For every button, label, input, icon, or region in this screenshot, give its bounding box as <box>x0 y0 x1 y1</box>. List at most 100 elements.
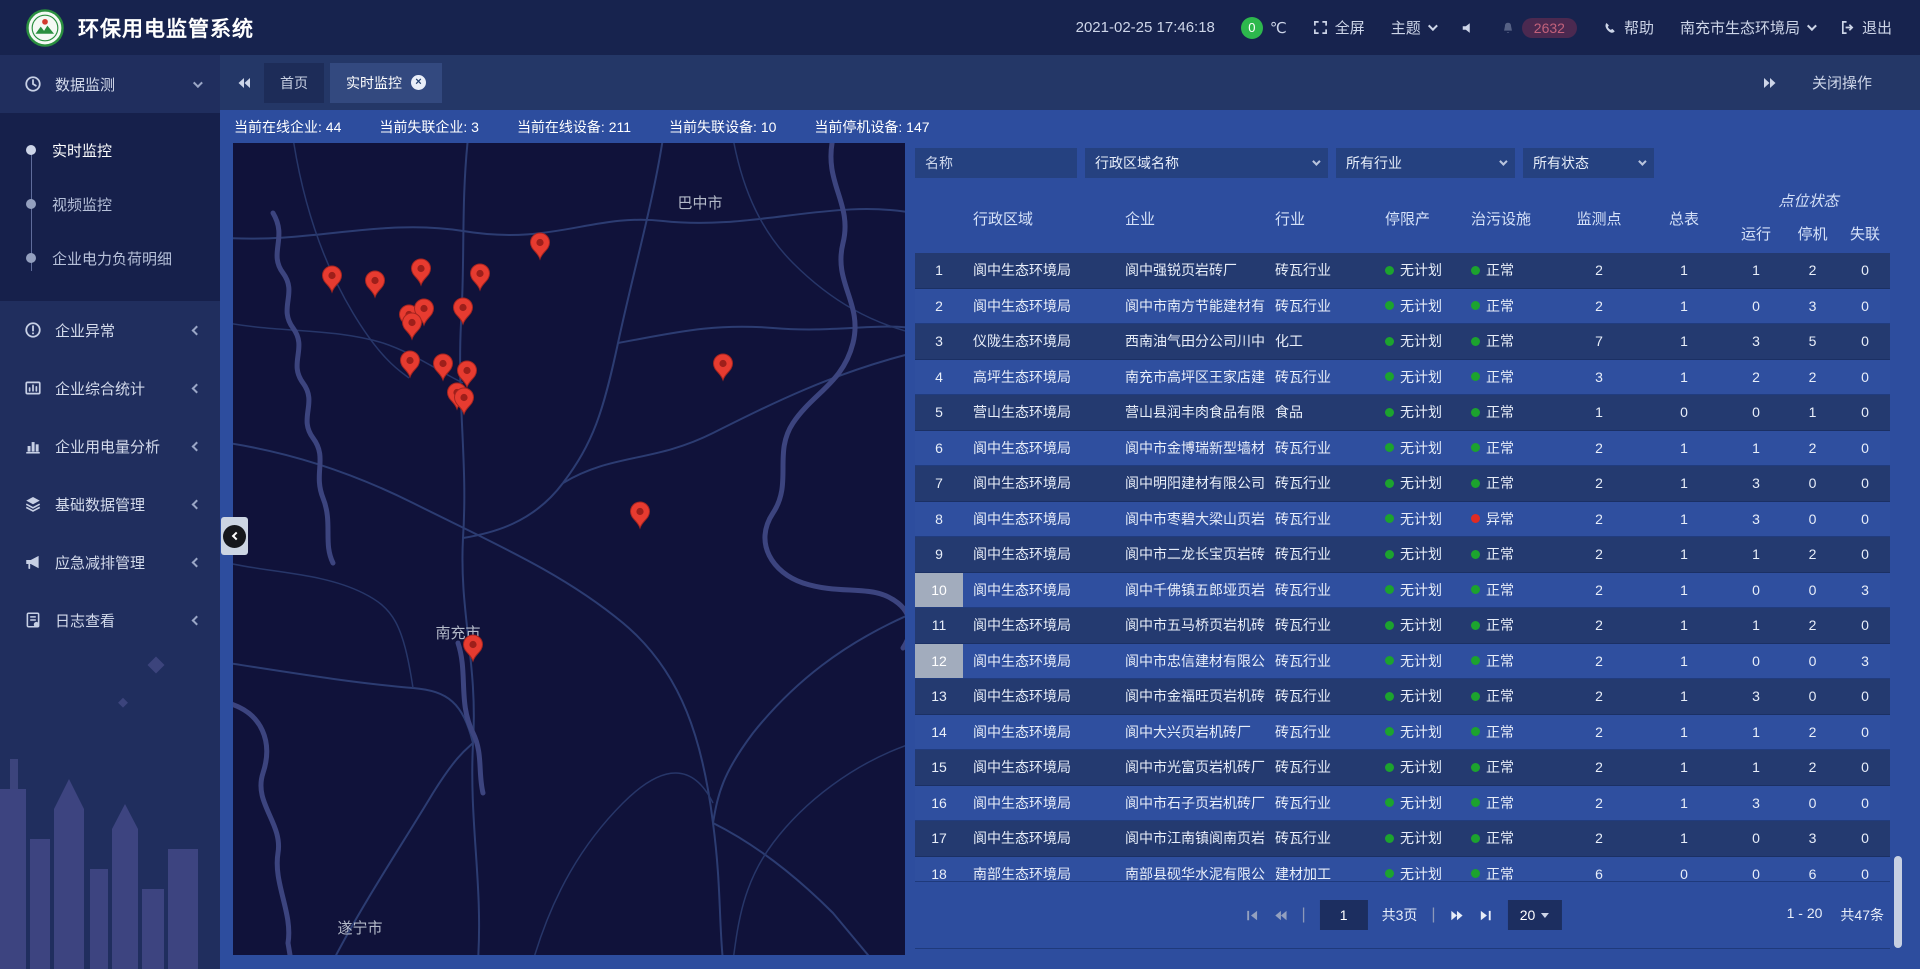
table-row[interactable]: 7阆中生态环境局阆中明阳建材有限公司砖瓦行业无计划正常21300 <box>915 466 1890 502</box>
table-row[interactable]: 5营山生态环境局营山县润丰肉食品有限食品无计划正常10010 <box>915 395 1890 431</box>
table-row[interactable]: 6阆中生态环境局阆中市金博瑞新型墙材砖瓦行业无计划正常21120 <box>915 431 1890 467</box>
stat-item: 当前停机设备: 147 <box>814 117 929 137</box>
table-row[interactable]: 10阆中生态环境局阆中千佛镇五郎垭页岩砖瓦行业无计划正常21003 <box>915 573 1890 609</box>
region-select[interactable]: 行政区域名称 <box>1085 148 1328 178</box>
theme-dropdown[interactable]: 主题 <box>1391 17 1435 38</box>
sidebar-item-label: 数据监测 <box>55 74 180 95</box>
cell-lost: 0 <box>1840 679 1890 714</box>
cell-running: 1 <box>1727 431 1785 466</box>
table-row[interactable]: 2阆中生态环境局阆中市南方节能建材有砖瓦行业无计划正常21030 <box>915 289 1890 325</box>
previous-page-button[interactable] <box>1272 908 1287 923</box>
org-dropdown[interactable]: 南充市生态环境局 <box>1680 17 1814 38</box>
notifications-button[interactable]: 2632 <box>1501 18 1577 38</box>
cell-company: 阆中市忠信建材有限公 <box>1115 644 1265 679</box>
fullscreen-button[interactable]: 全屏 <box>1313 17 1365 38</box>
sidebar-item[interactable]: 企业综合统计 <box>0 359 220 417</box>
cell-limit-status: 无计划 <box>1375 679 1461 714</box>
last-page-button[interactable] <box>1479 908 1494 923</box>
mute-button[interactable] <box>1461 21 1475 35</box>
sidebar-subitem[interactable]: 视频监控 <box>0 177 220 231</box>
cell-industry: 砖瓦行业 <box>1265 715 1375 750</box>
stats-icon <box>24 379 42 397</box>
cell-stopped: 2 <box>1785 608 1840 643</box>
cell-monitor-points: 3 <box>1557 360 1641 395</box>
sidebar-item[interactable]: 企业异常 <box>0 301 220 359</box>
name-search-input[interactable] <box>915 148 1077 178</box>
row-index: 3 <box>915 324 963 359</box>
tabs-scroll-right-button[interactable] <box>1762 75 1778 91</box>
cell-stopped: 2 <box>1785 750 1840 785</box>
row-index: 12 <box>915 644 963 679</box>
table-row[interactable]: 16阆中生态环境局阆中市石子页岩机砖厂砖瓦行业无计划正常21300 <box>915 786 1890 822</box>
cell-lost: 0 <box>1840 431 1890 466</box>
table-row[interactable]: 8阆中生态环境局阆中市枣碧大梁山页岩砖瓦行业无计划异常21300 <box>915 502 1890 538</box>
table-row[interactable]: 18南部生态环境局南部县砚华水泥有限公建材加工无计划正常60060 <box>915 857 1890 882</box>
status-dot-green-icon <box>1471 372 1480 381</box>
table-row[interactable]: 14阆中生态环境局阆中大兴页岩机砖厂砖瓦行业无计划正常21120 <box>915 715 1890 751</box>
column-header: 监测点 <box>1557 183 1641 253</box>
cell-industry: 砖瓦行业 <box>1265 253 1375 288</box>
cell-limit-status: 无计划 <box>1375 253 1461 288</box>
table-row[interactable]: 15阆中生态环境局阆中市光富页岩机砖厂砖瓦行业无计划正常21120 <box>915 750 1890 786</box>
close-operations-button[interactable]: 关闭操作 <box>1812 72 1872 93</box>
cell-lost: 0 <box>1840 821 1890 856</box>
panel-collapse-button[interactable] <box>221 517 248 555</box>
logout-button[interactable]: 退出 <box>1840 17 1892 38</box>
page-number-input[interactable] <box>1320 900 1368 930</box>
table-row[interactable]: 1阆中生态环境局阆中强锐页岩砖厂砖瓦行业无计划正常21120 <box>915 253 1890 289</box>
cell-total-meters: 1 <box>1641 573 1727 608</box>
cell-monitor-points: 2 <box>1557 608 1641 643</box>
sub-column-header: 失联 <box>1840 213 1890 253</box>
table-row[interactable]: 4高坪生态环境局南充市高坪区王家店建砖瓦行业无计划正常31220 <box>915 360 1890 396</box>
help-button[interactable]: 帮助 <box>1603 17 1654 38</box>
temperature-value: 0 <box>1241 17 1263 39</box>
tab-home[interactable]: 首页 <box>264 63 324 103</box>
cell-monitor-points: 2 <box>1557 537 1641 572</box>
page-size-select[interactable]: 20 <box>1508 900 1562 930</box>
sidebar-subitem[interactable]: 企业电力负荷明细 <box>0 231 220 285</box>
sidebar-subitem[interactable]: 实时监控 <box>0 123 220 177</box>
table-row[interactable]: 11阆中生态环境局阆中市五马桥页岩机砖砖瓦行业无计划正常21120 <box>915 608 1890 644</box>
status-dot-green-icon <box>1471 550 1480 559</box>
status-dot-green-icon <box>1471 479 1480 488</box>
close-icon[interactable]: × <box>411 75 426 90</box>
status-dot-green-icon <box>1385 266 1394 275</box>
scrollbar-thumb[interactable] <box>1894 856 1902 948</box>
table-row[interactable]: 9阆中生态环境局阆中市二龙长宝页岩砖砖瓦行业无计划正常21120 <box>915 537 1890 573</box>
status-dot-green-icon <box>1385 479 1394 488</box>
cell-company: 阆中强锐页岩砖厂 <box>1115 253 1265 288</box>
cell-stopped: 2 <box>1785 360 1840 395</box>
monitor-panel: 行政区域名称 所有行业 所有状态 行政区域 企业 行业 停限产 治污设施 监测点… <box>915 143 1890 949</box>
sidebar-item[interactable]: 数据监测 <box>0 55 220 113</box>
cell-region: 阆中生态环境局 <box>963 715 1115 750</box>
chevron-left-icon <box>192 441 202 451</box>
cell-lost: 0 <box>1840 360 1890 395</box>
tab-realtime-monitoring[interactable]: 实时监控 × <box>330 63 442 103</box>
tabs-scroll-left-button[interactable] <box>236 75 252 91</box>
next-page-button[interactable] <box>1450 908 1465 923</box>
cell-limit-status: 无计划 <box>1375 360 1461 395</box>
cell-stopped: 3 <box>1785 821 1840 856</box>
status-select[interactable]: 所有状态 <box>1523 148 1654 178</box>
cell-lost: 0 <box>1840 466 1890 501</box>
status-dot-green-icon <box>1471 443 1480 452</box>
table-row[interactable]: 17阆中生态环境局阆中市江南镇阆南页岩砖瓦行业无计划正常21030 <box>915 821 1890 857</box>
map-panel[interactable]: 巴中市南充市遂宁市 <box>233 143 905 955</box>
cell-industry: 砖瓦行业 <box>1265 360 1375 395</box>
sidebar-item[interactable]: 应急减排管理 <box>0 533 220 591</box>
cell-monitor-points: 2 <box>1557 644 1641 679</box>
cell-limit-status: 无计划 <box>1375 715 1461 750</box>
table-row[interactable]: 3仪陇生态环境局西南油气田分公司川中化工无计划正常71350 <box>915 324 1890 360</box>
sidebar-item[interactable]: 企业用电量分析 <box>0 417 220 475</box>
industry-select[interactable]: 所有行业 <box>1336 148 1515 178</box>
chevron-left-icon <box>192 615 202 625</box>
table-row[interactable]: 13阆中生态环境局阆中市金福旺页岩机砖砖瓦行业无计划正常21300 <box>915 679 1890 715</box>
cell-industry: 砖瓦行业 <box>1265 644 1375 679</box>
bullet-dot-icon <box>26 199 36 209</box>
cell-stopped: 0 <box>1785 679 1840 714</box>
sidebar-item[interactable]: 基础数据管理 <box>0 475 220 533</box>
cell-region: 仪陇生态环境局 <box>963 324 1115 359</box>
total-count-label: 共47条 <box>1840 905 1884 925</box>
table-row[interactable]: 12阆中生态环境局阆中市忠信建材有限公砖瓦行业无计划正常21003 <box>915 644 1890 680</box>
first-page-button[interactable] <box>1243 908 1258 923</box>
